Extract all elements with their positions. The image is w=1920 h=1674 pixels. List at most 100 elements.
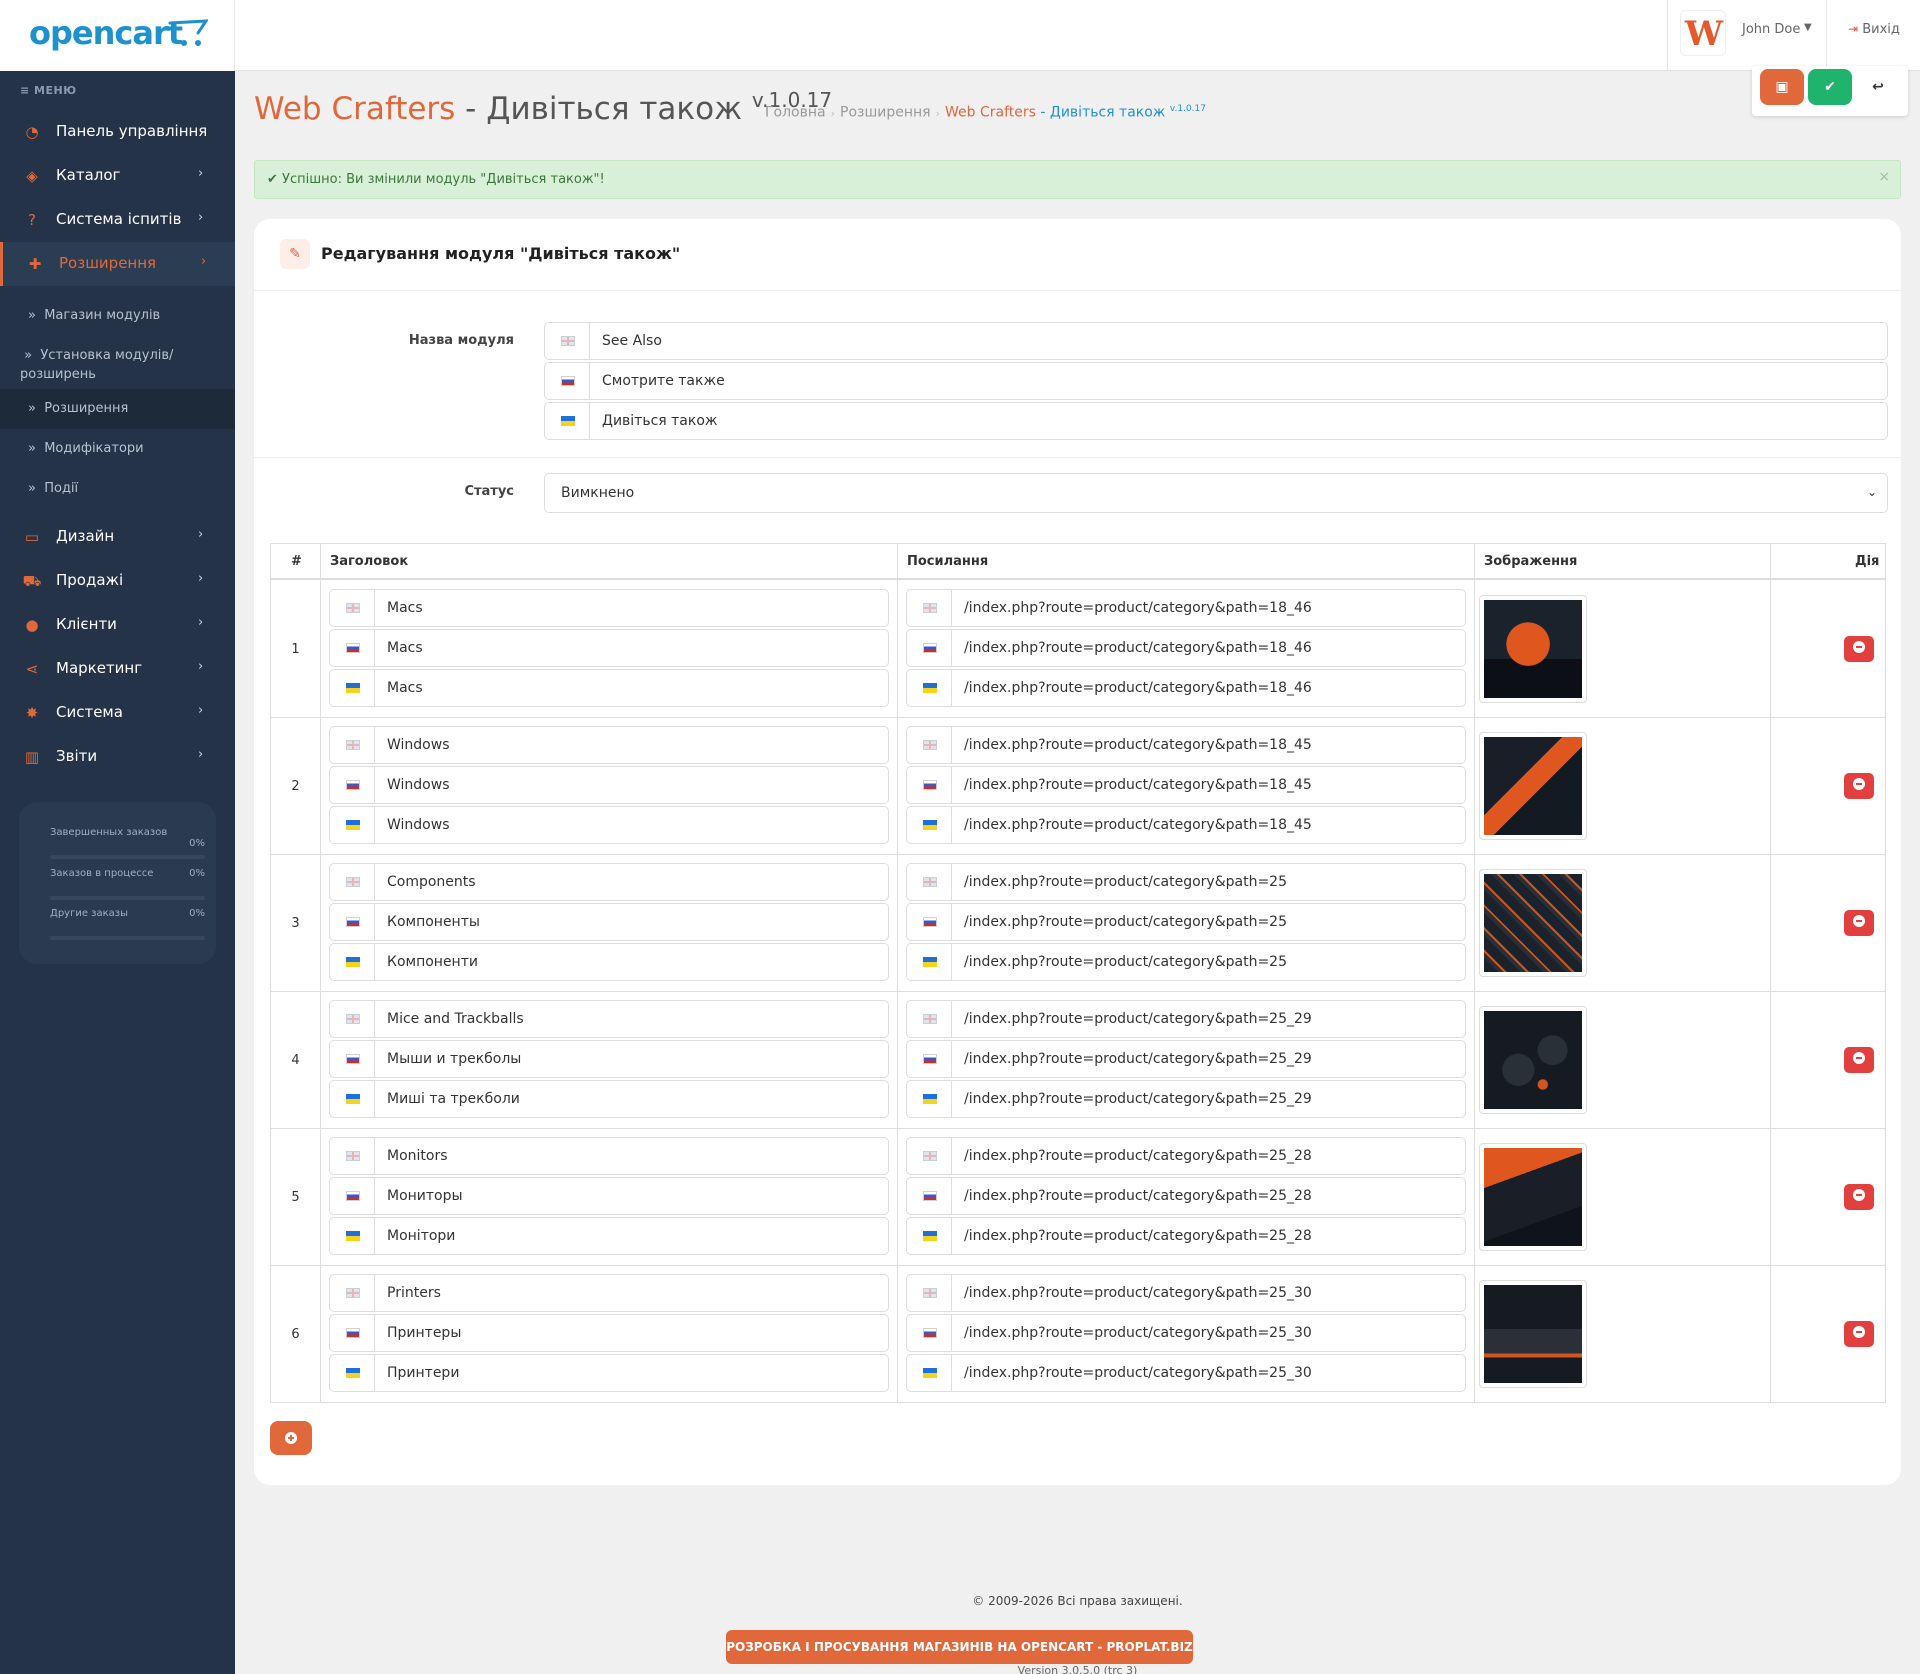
promo-button[interactable]: РОЗРОБКА І ПРОСУВАННЯ МАГАЗИНІВ НА OPENC… [726,1630,1193,1664]
row-image-thumbnail[interactable] [1479,595,1587,703]
sidebar-item-exam-system[interactable]: ? Система іспитів › [0,198,235,242]
row-title-en-input[interactable]: Components [329,863,889,901]
remove-row-button[interactable] [1844,1184,1874,1210]
row-title-ua-input[interactable]: Миші та трекболи [329,1080,889,1118]
sidebar-item-extensions[interactable]: ✚ Розширення › [0,242,235,286]
close-icon[interactable]: × [1878,169,1890,185]
pencil-icon: ✎ [280,239,310,269]
sidebar-item-dashboard[interactable]: ◔ Панель управління [0,110,235,154]
row-link-ua-input[interactable]: /index.php?route=product/category&path=2… [906,1354,1466,1392]
sign-out-icon: ⇥ [1848,22,1859,36]
header-num: # [291,554,302,569]
row-link-ua-input[interactable]: /index.php?route=product/category&path=2… [906,1217,1466,1255]
input-value: Components [387,874,476,890]
breadcrumb-home[interactable]: Головна [765,105,826,121]
sidebar-item-sales[interactable]: ⛟ Продажі › [0,559,235,603]
order-stats-panel: Завершенных заказов 0% Заказов в процессе… [19,802,216,964]
row-image-thumbnail[interactable] [1479,1143,1587,1251]
sidebar-subitem-extensions[interactable]: » Розширення [0,389,235,429]
row-title-ru-input[interactable]: Windows [329,766,889,804]
row-title-ru-input[interactable]: Принтеры [329,1314,889,1352]
row-image-thumbnail[interactable] [1479,1006,1587,1114]
row-title-ru-input[interactable]: Мониторы [329,1177,889,1215]
monitor-icon: ▭ [24,528,40,546]
row-link-ua-input[interactable]: /index.php?route=product/category&path=1… [906,806,1466,844]
remove-row-button[interactable] [1844,1047,1874,1073]
stat-value: 0% [189,838,205,849]
row-link-en-input[interactable]: /index.php?route=product/category&path=2… [906,863,1466,901]
breadcrumb-current-title[interactable]: - Дивіться також [1036,105,1165,121]
sidebar-item-marketing[interactable]: ⋖ Маркетинг › [0,647,235,691]
logout-link[interactable]: ⇥ Вихід [1848,22,1900,37]
chevron-right-icon: › [198,747,204,762]
edit-panel: ✎ Редагування модуля "Дивіться також" На… [254,219,1901,1485]
row-link-en-input[interactable]: /index.php?route=product/category&path=2… [906,1000,1466,1038]
status-select[interactable]: Вимкнено ⌄ [544,473,1888,513]
row-title-ua-input[interactable]: Компоненти [329,943,889,981]
row-link-ua-input[interactable]: /index.php?route=product/category&path=2… [906,943,1466,981]
sidebar-item-customers[interactable]: ● Клієнти › [0,603,235,647]
row-link-ru-input[interactable]: /index.php?route=product/category&path=2… [906,903,1466,941]
row-title-ua-input[interactable]: Windows [329,806,889,844]
row-link-en-input[interactable]: /index.php?route=product/category&path=1… [906,726,1466,764]
breadcrumb-separator: › [830,106,836,120]
chevron-down-icon: ⌄ [1866,485,1877,499]
row-link-en-input[interactable]: /index.php?route=product/category&path=2… [906,1274,1466,1312]
back-button[interactable]: ↩ [1856,69,1900,105]
row-link-ru-input[interactable]: /index.php?route=product/category&path=1… [906,629,1466,667]
flag-gb-icon [545,323,590,359]
cog-icon: ✸ [25,704,39,722]
module-name-ru-input[interactable]: Смотрите также [544,362,1888,400]
row-link-ru-input[interactable]: /index.php?route=product/category&path=2… [906,1040,1466,1078]
add-row-button[interactable] [270,1421,312,1455]
sidebar-subitem-installer[interactable]: » Установка модулів/ розширень [0,336,235,389]
sidebar-item-catalog[interactable]: ◈ Каталог › [0,154,235,198]
remove-row-button[interactable] [1844,910,1874,936]
links-table: # Заголовок Посилання Зображення Дія 1 Ma… [270,543,1886,1403]
row-link-ua-input[interactable]: /index.php?route=product/category&path=1… [906,669,1466,707]
row-title-en-input[interactable]: Printers [329,1274,889,1312]
sidebar-subitem-modifications[interactable]: » Модифікатори [0,429,235,469]
puzzle-icon: ✚ [28,255,42,273]
row-link-ru-input[interactable]: /index.php?route=product/category&path=1… [906,766,1466,804]
save-button[interactable]: ▣ [1760,69,1804,105]
chevron-right-icon: › [198,703,204,718]
stat-other: Другие заказы 0% [50,908,205,919]
sidebar-item-system[interactable]: ✸ Система › [0,691,235,735]
row-title-ru-input[interactable]: Компоненты [329,903,889,941]
row-link-ua-input[interactable]: /index.php?route=product/category&path=2… [906,1080,1466,1118]
sidebar-item-label: Маркетинг [56,659,143,677]
row-title-ua-input[interactable]: Монітори [329,1217,889,1255]
logo-text: opencart [29,14,183,52]
row-image-thumbnail[interactable] [1479,1280,1587,1388]
row-title-en-input[interactable]: Monitors [329,1137,889,1175]
remove-row-button[interactable] [1844,773,1874,799]
remove-row-button[interactable] [1844,1321,1874,1347]
row-image-thumbnail[interactable] [1479,869,1587,977]
remove-row-button[interactable] [1844,636,1874,662]
row-link-ru-input[interactable]: /index.php?route=product/category&path=2… [906,1177,1466,1215]
row-link-ru-input[interactable]: /index.php?route=product/category&path=2… [906,1314,1466,1352]
sidebar-subitem-module-store[interactable]: » Магазин модулів [0,296,235,336]
row-title-en-input[interactable]: Macs [329,589,889,627]
flag-ua-icon [907,1081,952,1117]
breadcrumb-extensions[interactable]: Розширення [840,105,931,121]
row-title-ua-input[interactable]: Macs [329,669,889,707]
row-title-ru-input[interactable]: Macs [329,629,889,667]
breadcrumb-current-brand[interactable]: Web Crafters [945,105,1036,121]
sidebar-item-design[interactable]: ▭ Дизайн › [0,515,235,559]
module-name-en-input[interactable]: See Also [544,322,1888,360]
logo[interactable]: opencart [0,0,235,71]
row-image-thumbnail[interactable] [1479,732,1587,840]
sidebar-subitem-events[interactable]: » Події [0,469,235,509]
row-link-en-input[interactable]: /index.php?route=product/category&path=1… [906,589,1466,627]
row-title-ua-input[interactable]: Принтери [329,1354,889,1392]
row-title-ru-input[interactable]: Мыши и трекболы [329,1040,889,1078]
row-title-en-input[interactable]: Mice and Trackballs [329,1000,889,1038]
module-name-ua-input[interactable]: Дивіться також [544,402,1888,440]
sidebar-item-reports[interactable]: ▥ Звіти › [0,735,235,779]
save-and-stay-button[interactable]: ✔ [1808,69,1852,105]
row-link-en-input[interactable]: /index.php?route=product/category&path=2… [906,1137,1466,1175]
user-menu[interactable]: W John Doe ▼ [1667,0,1827,71]
row-title-en-input[interactable]: Windows [329,726,889,764]
